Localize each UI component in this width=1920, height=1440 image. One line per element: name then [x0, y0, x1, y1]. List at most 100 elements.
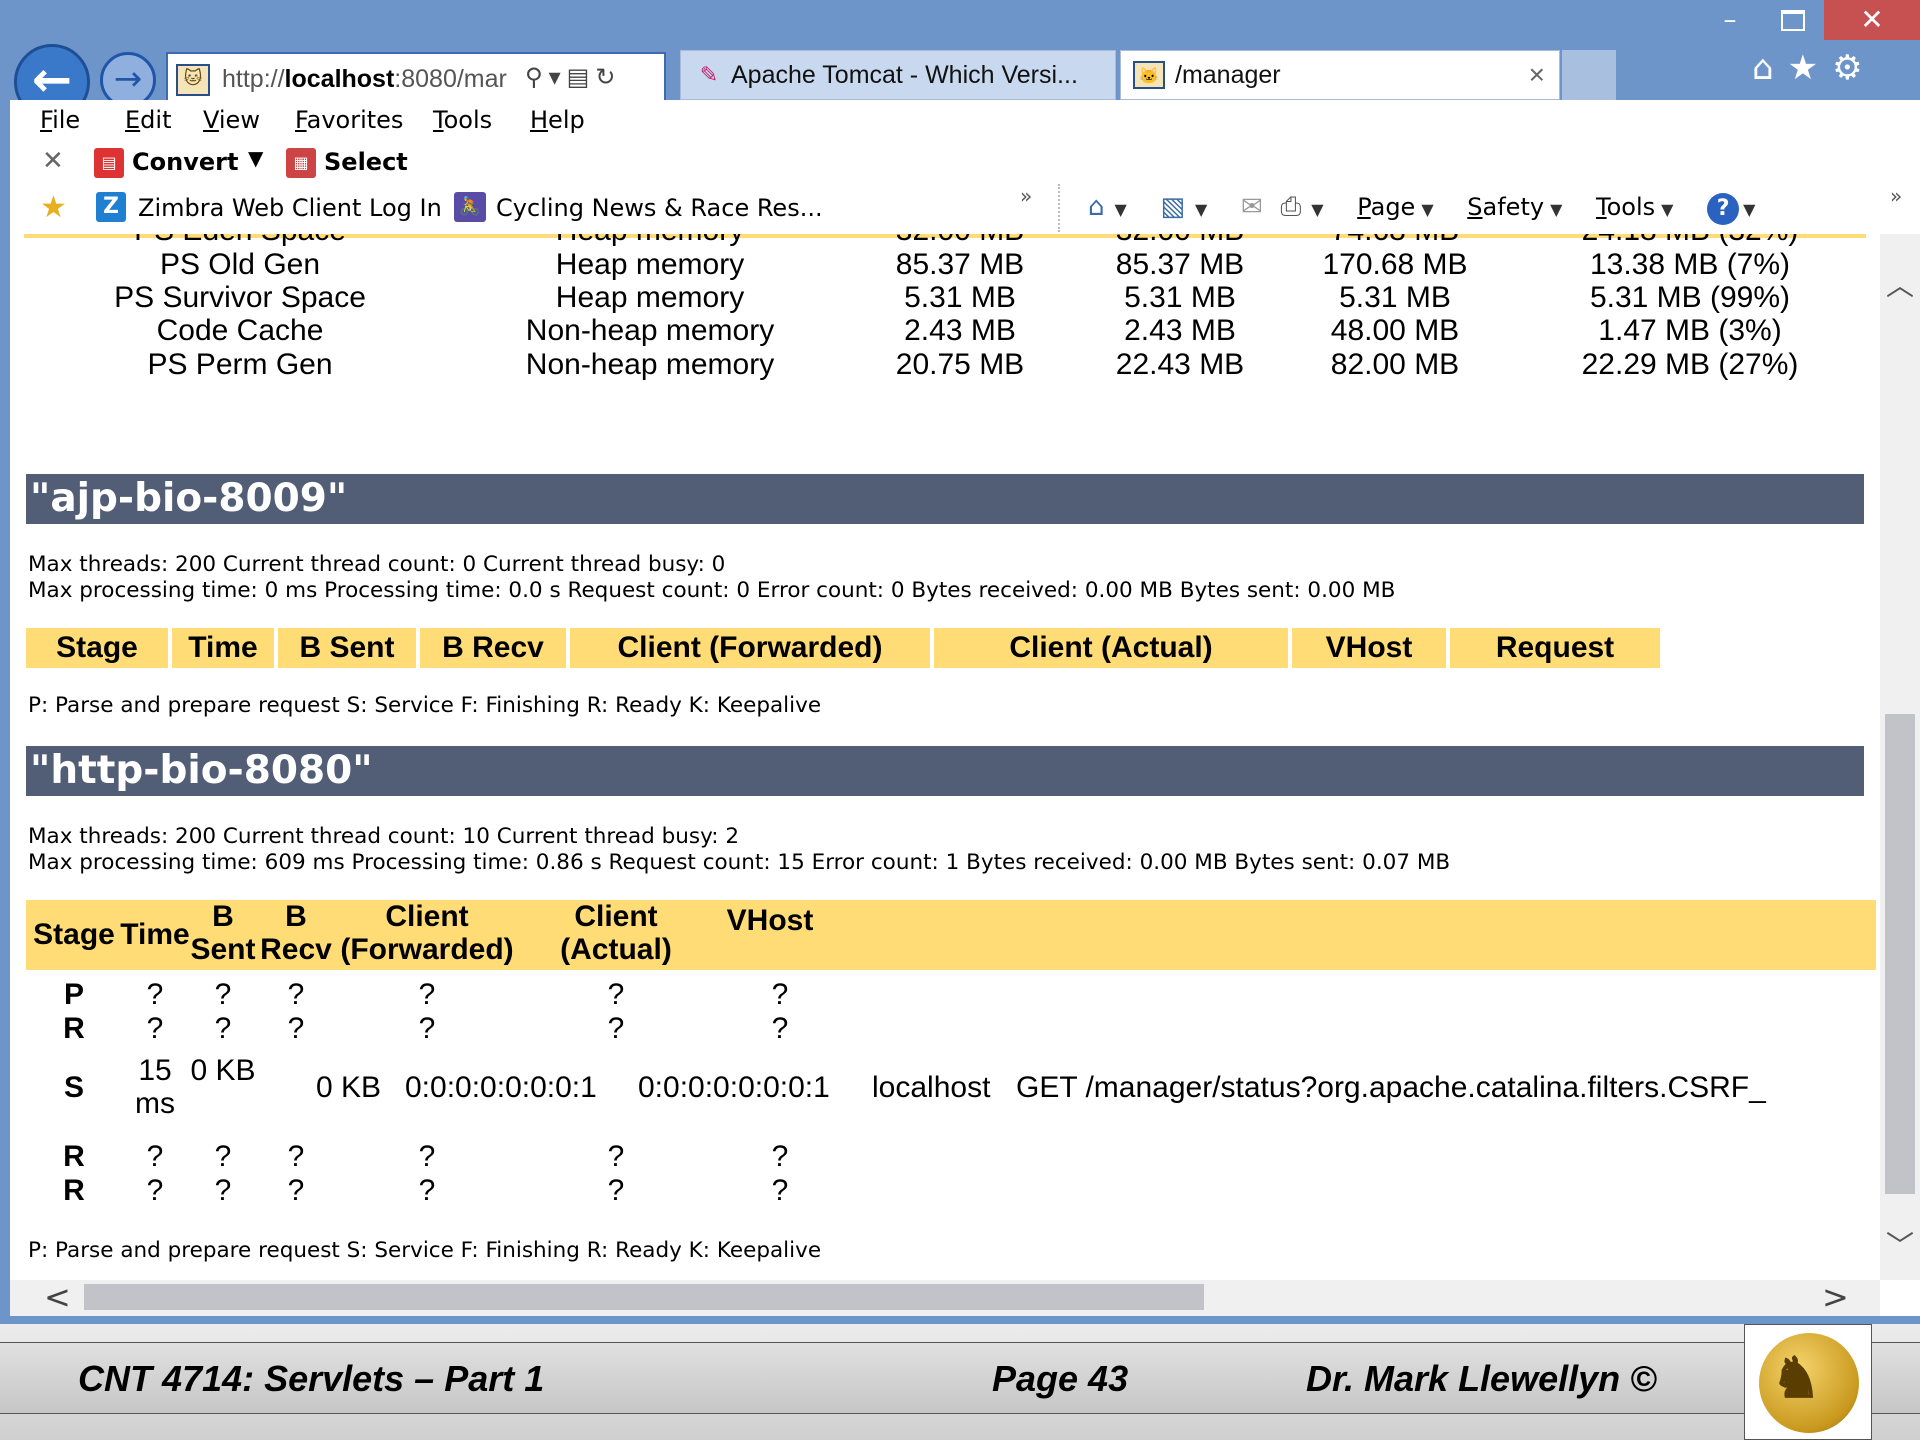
- home-icon[interactable]: ⌂: [1088, 192, 1105, 222]
- page-menu[interactable]: Page: [1357, 193, 1415, 221]
- feeds-dropdown-icon[interactable]: ▼: [1195, 200, 1207, 219]
- request-cell: GET /manager/status?org.apache.catalina.…: [1016, 1071, 1766, 1104]
- table-cell: 0:0:0:0:0:0:0:1: [638, 1071, 830, 1104]
- home-dropdown-icon[interactable]: ▼: [1115, 200, 1127, 219]
- address-url[interactable]: http://localhost:8080/mar: [222, 65, 522, 94]
- address-tools[interactable]: ⚲▾▤↻: [525, 63, 621, 91]
- table-cell: ?: [418, 978, 436, 1011]
- safety-dropdown-icon[interactable]: ▼: [1550, 200, 1562, 219]
- home-icon[interactable]: ⌂: [1752, 48, 1788, 88]
- table-cell: ?: [418, 1012, 436, 1045]
- menu-tools[interactable]: Tools: [433, 106, 492, 134]
- column-header: Client (Actual): [934, 628, 1288, 668]
- table-cell: ?: [287, 1012, 305, 1045]
- table-cell: PS Perm Gen: [147, 348, 333, 381]
- print-icon[interactable]: ⎙: [1280, 192, 1301, 223]
- safety-menu[interactable]: Safety: [1467, 193, 1544, 221]
- table-cell: 0:0:0:0:0:0:0:1: [405, 1071, 597, 1104]
- close-window-button[interactable]: ✕: [1824, 0, 1920, 40]
- scroll-right-icon[interactable]: >: [1822, 1278, 1849, 1316]
- convert-button[interactable]: Convert: [132, 148, 238, 176]
- vertical-scrollbar[interactable]: ︿ ﹀: [1880, 234, 1920, 1280]
- favorite-link-cycling-news[interactable]: Cycling News & Race Res...: [496, 194, 823, 222]
- table-cell: Code Cache: [156, 314, 324, 347]
- menu-edit[interactable]: Edit: [125, 106, 171, 134]
- help-icon[interactable]: ?: [1707, 193, 1740, 225]
- table-cell: 0 KB: [190, 1054, 256, 1087]
- table-cell: 5.31 MB: [904, 281, 1016, 314]
- settings-gear-icon[interactable]: ⚙: [1832, 48, 1876, 88]
- column-header: B Recv: [260, 900, 332, 966]
- minimize-button[interactable]: –: [1700, 0, 1760, 40]
- convert-dropdown-icon[interactable]: ▼: [248, 146, 263, 170]
- maximize-button[interactable]: [1762, 0, 1824, 40]
- column-header: VHost: [726, 904, 814, 937]
- feather-icon: ✎: [699, 62, 719, 87]
- table-cell: PS Old Gen: [159, 248, 321, 281]
- toolbar-separator: [1058, 184, 1060, 232]
- close-toolbar-icon[interactable]: ✕: [42, 146, 64, 176]
- read-mail-icon[interactable]: ✉: [1241, 192, 1263, 222]
- help-dropdown-icon[interactable]: ▼: [1743, 200, 1755, 219]
- table-cell: 2.43 MB: [1124, 314, 1236, 347]
- table-cell: ?: [146, 978, 164, 1011]
- table-cell: PS Survivor Space: [114, 281, 366, 314]
- table-cell: 5.31 MB (99%): [1589, 281, 1791, 314]
- scroll-down-icon[interactable]: ﹀: [1880, 1224, 1920, 1264]
- author-credit: Dr. Mark Llewellyn ©: [1306, 1358, 1657, 1399]
- horizontal-scrollbar[interactable]: < >: [10, 1278, 1880, 1316]
- table-cell: 82.00 MB: [1330, 348, 1460, 381]
- ucf-pegasus-logo: ♞: [1744, 1324, 1872, 1440]
- refresh-icon: ↻: [595, 63, 622, 91]
- connector-info-line2: Max processing time: 0 ms Processing tim…: [28, 578, 1396, 603]
- command-overflow-icon[interactable]: »: [1890, 184, 1902, 208]
- new-tab-button[interactable]: [1562, 50, 1616, 100]
- page-dropdown-icon[interactable]: ▼: [1421, 200, 1433, 219]
- table-cell: ?: [287, 1140, 305, 1173]
- connector-header-http: "http-bio-8080": [26, 746, 1864, 796]
- print-dropdown-icon[interactable]: ▼: [1311, 200, 1323, 219]
- table-cell: 32.00 MB: [1060, 234, 1300, 248]
- table-cell: Non-heap memory: [525, 314, 775, 347]
- column-header: Stage: [33, 918, 115, 951]
- table-cell: 22.29 MB (27%): [1581, 348, 1799, 381]
- favorites-overflow-icon[interactable]: »: [1020, 184, 1032, 208]
- pdf-select-icon: ▦: [286, 148, 316, 178]
- favorites-star-icon[interactable]: ★: [1788, 48, 1832, 88]
- vertical-scroll-thumb[interactable]: [1885, 714, 1915, 1194]
- pdf-convert-icon: ▤: [94, 148, 124, 178]
- scroll-up-icon[interactable]: ︿: [1880, 264, 1920, 304]
- table-cell: ?: [146, 1140, 164, 1173]
- table-cell: 85.37 MB: [895, 248, 1025, 281]
- menu-help[interactable]: Help: [530, 106, 585, 134]
- tab-label: Apache Tomcat - Which Versi...: [731, 61, 1078, 89]
- tools-menu[interactable]: Tools: [1596, 193, 1655, 221]
- favorite-link-zimbra[interactable]: Zimbra Web Client Log In: [138, 194, 442, 222]
- favorites-bar: ★ Z Zimbra Web Client Log In 🚴 Cycling N…: [10, 184, 1920, 234]
- zimbra-icon: Z: [96, 192, 126, 222]
- menu-favorites[interactable]: Favorites: [295, 106, 403, 134]
- select-button[interactable]: Select: [324, 148, 408, 176]
- tab-apache-tomcat[interactable]: ✎ Apache Tomcat - Which Versi...: [680, 50, 1116, 100]
- course-title: CNT 4714: Servlets – Part 1: [78, 1358, 545, 1399]
- close-tab-icon[interactable]: ×: [1529, 51, 1545, 99]
- rss-feeds-icon[interactable]: ▧: [1160, 192, 1185, 222]
- column-header: B Sent: [278, 628, 416, 668]
- table-cell: 22.43 MB: [1115, 348, 1245, 381]
- horizontal-scroll-thumb[interactable]: [84, 1284, 1204, 1310]
- stage-cell: R: [63, 1012, 85, 1045]
- window-border: [0, 100, 10, 1320]
- menu-view[interactable]: View: [203, 106, 260, 134]
- scroll-left-icon[interactable]: <: [44, 1278, 71, 1316]
- page-number: Page 43: [992, 1358, 1129, 1399]
- stage-legend: P: Parse and prepare request S: Service …: [28, 1238, 822, 1263]
- menu-file[interactable]: File: [40, 106, 80, 134]
- table-row: R??????: [10, 1140, 1880, 1174]
- table-cell: ?: [607, 1174, 625, 1207]
- table-cell: ?: [418, 1174, 436, 1207]
- table-cell: ?: [146, 1012, 164, 1045]
- menu-bar: File Edit View Favorites Tools Help: [10, 100, 1920, 142]
- tools-dropdown-icon[interactable]: ▼: [1661, 200, 1673, 219]
- tab-manager[interactable]: 🐱 /manager ×: [1120, 50, 1560, 100]
- add-favorite-star-icon[interactable]: ★: [40, 190, 67, 225]
